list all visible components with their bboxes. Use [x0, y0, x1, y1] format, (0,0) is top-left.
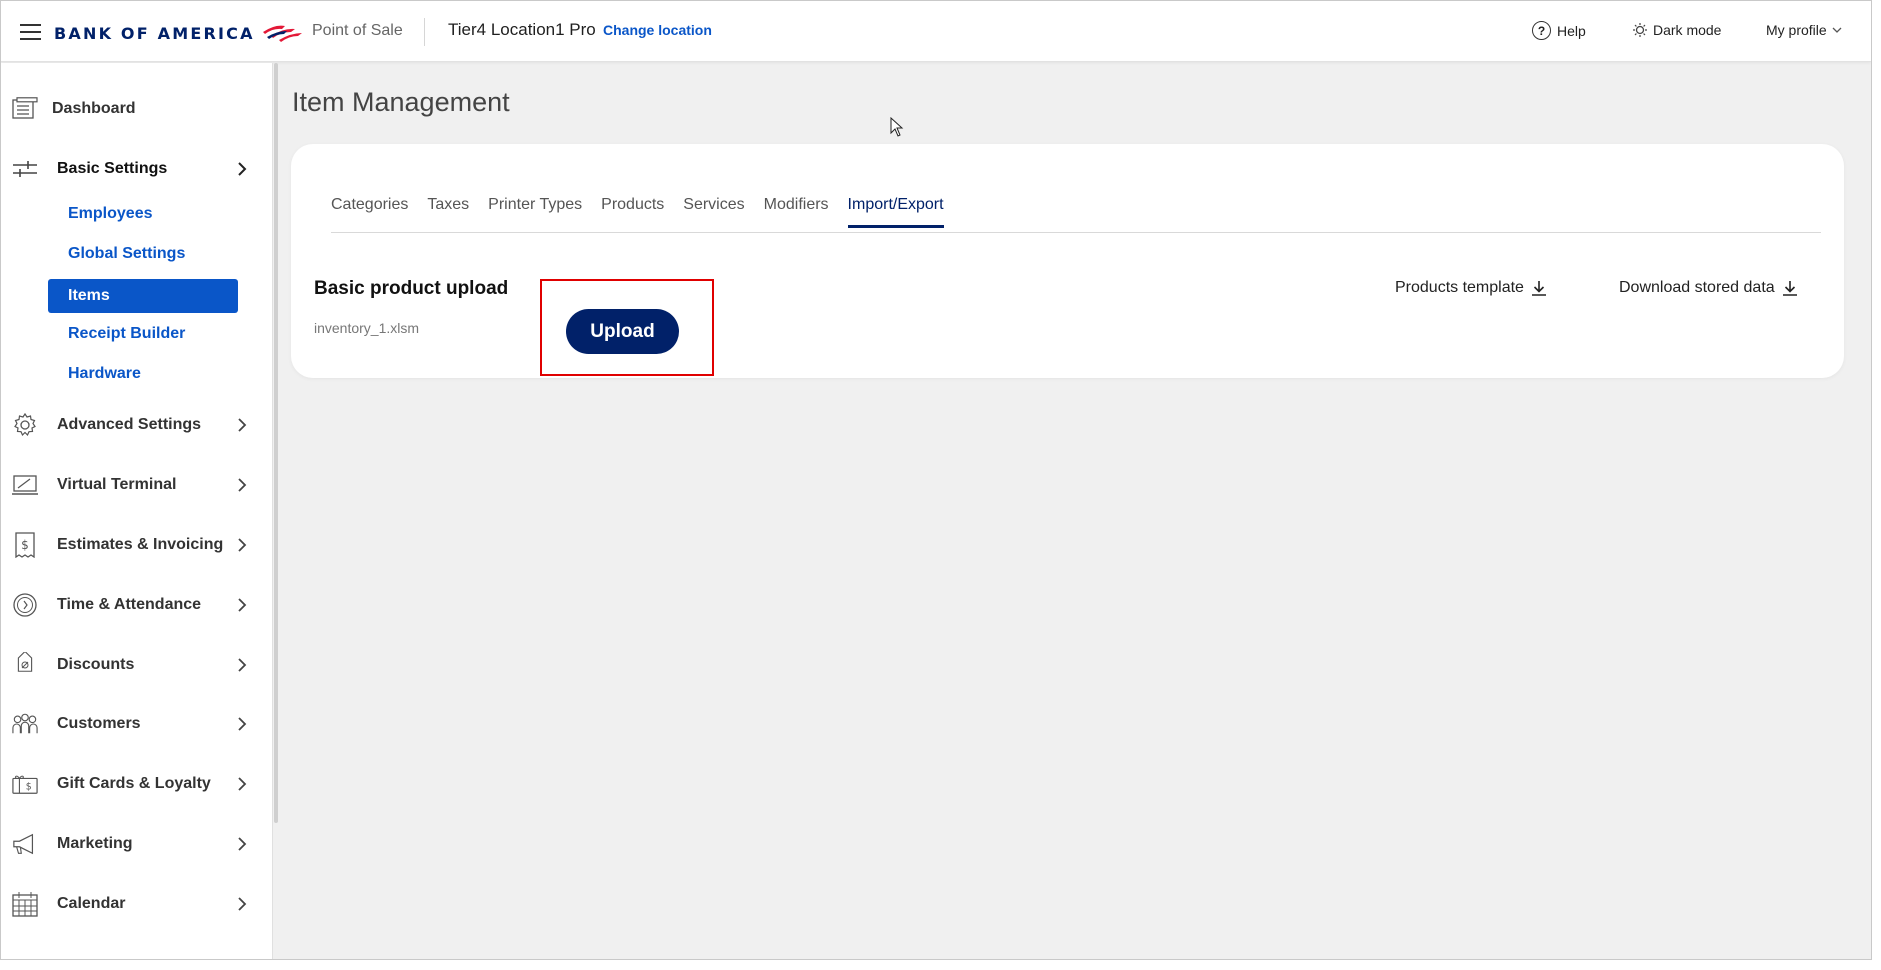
- sidebar-subitem-items[interactable]: Items: [48, 279, 238, 313]
- chevron-right-icon: [238, 162, 247, 176]
- sidebar-item-marketing[interactable]: Marketing: [1, 822, 272, 866]
- change-location-link[interactable]: Change location: [603, 22, 712, 38]
- chevron-right-icon: [238, 658, 247, 672]
- tab-bar: Categories Taxes Printer Types Products …: [331, 196, 963, 228]
- gear-icon: [12, 412, 38, 438]
- item-management-card: Categories Taxes Printer Types Products …: [291, 144, 1844, 378]
- tab-import-export[interactable]: Import/Export: [847, 196, 944, 228]
- help-icon: ?: [1532, 21, 1551, 40]
- uploaded-file-name: inventory_1.xlsm: [314, 320, 420, 336]
- sidebar-item-customers[interactable]: Customers: [1, 702, 272, 746]
- gift-card-icon: $: [12, 771, 38, 797]
- download-icon: [1531, 281, 1546, 296]
- chevron-down-icon: [1832, 27, 1842, 33]
- download-stored-data-label: Download stored data: [1619, 279, 1775, 296]
- sidebar-item-dashboard[interactable]: Dashboard: [1, 87, 272, 131]
- people-icon: [12, 711, 38, 737]
- tab-divider: [331, 232, 1821, 233]
- current-location: Tier4 Location1 Pro: [448, 20, 596, 39]
- chevron-right-icon: [238, 478, 247, 492]
- sidebar-subitem-items-label: Items: [68, 287, 110, 304]
- chevron-right-icon: [238, 897, 247, 911]
- sidebar-item-gift-cards-loyalty[interactable]: $ Gift Cards & Loyalty: [1, 762, 272, 806]
- app-window: BANK OF AMERICA Point of Sale Tier4 Loca…: [0, 0, 1872, 960]
- sidebar-item-time-attendance[interactable]: Time & Attendance: [1, 583, 272, 627]
- calendar-icon: [12, 891, 38, 917]
- products-template-link[interactable]: Products template: [1395, 279, 1547, 297]
- profile-label: My profile: [1766, 22, 1827, 38]
- tab-printer-types[interactable]: Printer Types: [488, 196, 582, 228]
- profile-menu[interactable]: My profile: [1766, 22, 1842, 38]
- download-icon: [1782, 281, 1797, 296]
- tab-products[interactable]: Products: [601, 196, 664, 228]
- product-name: Point of Sale: [312, 22, 403, 39]
- tab-taxes[interactable]: Taxes: [427, 196, 469, 228]
- chevron-right-icon: [238, 418, 247, 432]
- tab-categories[interactable]: Categories: [331, 196, 408, 228]
- sidebar-item-basic-settings[interactable]: Basic Settings: [1, 147, 272, 191]
- svg-text:$: $: [26, 782, 32, 793]
- sidebar-item-discounts[interactable]: Discounts: [1, 643, 272, 687]
- hamburger-menu-icon[interactable]: [20, 24, 41, 40]
- chevron-right-icon: [238, 777, 247, 791]
- sidebar-subitem-global-settings[interactable]: Global Settings: [68, 245, 185, 263]
- sidebar-item-estimates-invoicing[interactable]: $ Estimates & Invoicing: [1, 523, 272, 567]
- chevron-right-icon: [238, 598, 247, 612]
- chevron-right-icon: [238, 717, 247, 731]
- chevron-right-icon: [238, 837, 247, 851]
- tag-icon: [12, 652, 38, 678]
- megaphone-icon: [12, 831, 38, 857]
- products-template-label: Products template: [1395, 279, 1524, 296]
- invoice-icon: $: [12, 532, 38, 558]
- upload-section-title: Basic product upload: [314, 278, 509, 299]
- sidebar-subitem-employees[interactable]: Employees: [68, 205, 152, 223]
- sidebar-item-virtual-terminal[interactable]: Virtual Terminal: [1, 463, 272, 507]
- mouse-cursor-icon: [890, 117, 904, 137]
- sidebar-subitem-receipt-builder[interactable]: Receipt Builder: [68, 325, 185, 343]
- sun-icon: [1633, 23, 1647, 37]
- upload-button[interactable]: Upload: [566, 309, 679, 354]
- dark-mode-label: Dark mode: [1653, 22, 1722, 38]
- sidebar: Dashboard Basic Settings Employees Globa…: [1, 63, 273, 959]
- sliders-icon: [12, 156, 38, 182]
- download-stored-data-link[interactable]: Download stored data: [1619, 279, 1798, 297]
- dashboard-icon: [12, 96, 38, 122]
- top-header: BANK OF AMERICA Point of Sale Tier4 Loca…: [1, 1, 1871, 62]
- sidebar-item-advanced-settings[interactable]: Advanced Settings: [1, 403, 272, 447]
- help-button[interactable]: ? Help: [1532, 21, 1586, 40]
- terminal-icon: [12, 472, 38, 498]
- bank-of-america-logo: BANK OF AMERICA: [54, 23, 303, 43]
- sidebar-item-calendar[interactable]: Calendar: [1, 882, 272, 926]
- clock-icon: [12, 592, 38, 618]
- svg-text:$: $: [21, 538, 29, 552]
- tab-services[interactable]: Services: [683, 196, 744, 228]
- chevron-right-icon: [238, 538, 247, 552]
- sidebar-scrollbar[interactable]: [274, 63, 278, 823]
- sidebar-subitem-hardware[interactable]: Hardware: [68, 365, 141, 383]
- help-label: Help: [1557, 22, 1586, 39]
- dark-mode-toggle[interactable]: Dark mode: [1632, 22, 1721, 38]
- flag-logo-icon: [262, 25, 302, 42]
- tab-modifiers[interactable]: Modifiers: [764, 196, 829, 228]
- header-divider: [424, 18, 425, 46]
- page-title: Item Management: [292, 87, 510, 117]
